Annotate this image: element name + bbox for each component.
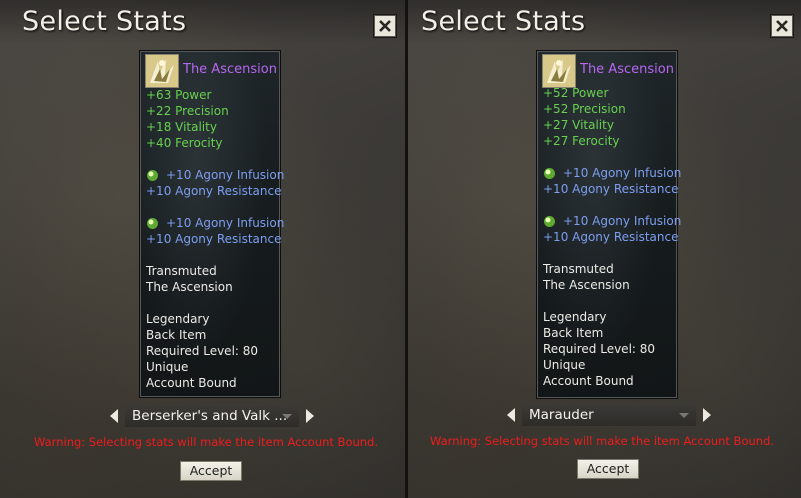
infusion-effect: +10 Agony Resistance [543,182,679,196]
item-binding: Account Bound [543,374,634,388]
chevron-down-icon [282,414,292,419]
item-type: Back Item [146,328,207,342]
panel-title: Select Stats [421,6,586,37]
stat-precision: +22 Precision [146,104,229,118]
infusion-gem-icon [147,218,158,229]
select-stats-panel-left: Select Stats The Ascension +63 Power +22… [0,0,406,498]
arrow-left-icon[interactable] [507,408,515,422]
stat-power: +63 Power [146,88,212,102]
transmuted-name: The Ascension [146,280,233,294]
item-tooltip: The Ascension +52 Power +52 Precision +2… [537,51,681,398]
item-unique: Unique [146,360,189,374]
stat-power: +52 Power [543,86,609,100]
stat-dropdown[interactable]: Marauder [522,404,696,426]
warning-text: Warning: Selecting stats will make the i… [34,435,379,449]
item-type: Back Item [543,326,604,340]
item-icon [542,54,576,88]
item-tooltip: The Ascension +63 Power +22 Precision +1… [140,51,284,397]
infusion-gem-icon [544,168,555,179]
item-rarity: Legendary [543,310,607,324]
close-button[interactable] [771,15,793,37]
infusion-gem-icon [147,170,158,181]
item-name: The Ascension [183,62,277,77]
infusion-effect: +10 Agony Resistance [543,230,679,244]
selected-stat: Marauder [529,407,594,423]
arrow-left-icon[interactable] [110,409,118,423]
infusion-name: +10 Agony Infusion [563,166,682,180]
item-binding: Account Bound [146,376,237,390]
transmuted-label: Transmuted [146,264,217,278]
stat-ferocity: +40 Ferocity [146,136,223,150]
item-unique: Unique [543,358,586,372]
selected-stat: Berserker's and Valk ... [132,408,288,424]
panel-title: Select Stats [22,6,187,37]
transmuted-label: Transmuted [543,262,614,276]
transmuted-name: The Ascension [543,278,630,292]
infusion-name: +10 Agony Infusion [166,216,285,230]
infusion-name: +10 Agony Infusion [166,168,285,182]
arrow-right-icon[interactable] [703,408,711,422]
stat-vitality: +27 Vitality [543,118,614,132]
close-button[interactable] [374,15,396,37]
infusion-name: +10 Agony Infusion [563,214,682,228]
item-rarity: Legendary [146,312,210,326]
stat-precision: +52 Precision [543,102,626,116]
required-level: Required Level: 80 [543,342,656,356]
stat-vitality: +18 Vitality [146,120,217,134]
item-icon [145,54,179,88]
accept-button[interactable]: Accept [577,459,639,479]
required-level: Required Level: 80 [146,344,259,358]
infusion-effect: +10 Agony Resistance [146,232,282,246]
infusion-gem-icon [544,216,555,227]
stat-dropdown[interactable]: Berserker's and Valk ... [125,405,299,427]
close-icon [776,20,788,32]
item-name: The Ascension [580,62,674,77]
close-icon [379,20,391,32]
accept-button[interactable]: Accept [180,461,242,481]
warning-text: Warning: Selecting stats will make the i… [430,434,775,448]
select-stats-panel-right: Select Stats The Ascension +52 Power +52… [406,0,801,498]
chevron-down-icon [679,413,689,418]
stat-ferocity: +27 Ferocity [543,134,620,148]
infusion-effect: +10 Agony Resistance [146,184,282,198]
arrow-right-icon[interactable] [306,409,314,423]
